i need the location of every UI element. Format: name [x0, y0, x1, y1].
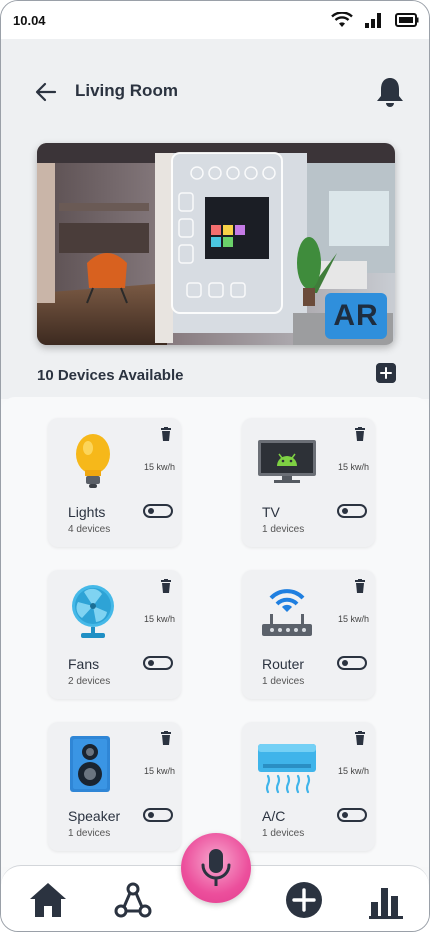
- devices-count-label: 10 Devices Available: [37, 367, 184, 384]
- status-icons: [331, 12, 419, 28]
- device-card-tv[interactable]: 15 kw/h TV 1 devices: [242, 418, 375, 547]
- toggle-knob: [148, 660, 154, 666]
- device-card-lights[interactable]: 15 kw/h Lights 4 devices: [48, 418, 181, 547]
- speaker-icon: [70, 736, 110, 792]
- microphone-button[interactable]: [181, 833, 251, 903]
- devices-panel: 15 kw/h Lights 4 devices 15 kw/h TV 1 de…: [1, 397, 429, 867]
- signal-icon: [365, 13, 381, 28]
- device-count: 1 devices: [262, 524, 305, 535]
- device-count: 1 devices: [262, 828, 305, 839]
- tv-icon: [258, 440, 316, 483]
- router-icon: [262, 589, 312, 636]
- toggle-knob: [148, 508, 154, 514]
- header: Living Room: [1, 75, 429, 115]
- power-toggle[interactable]: [337, 504, 367, 518]
- room-overview: Living Room AR 10 Devices Available: [1, 39, 429, 399]
- status-time: 10.04: [13, 12, 46, 28]
- power-label: 15 kw/h: [337, 766, 369, 776]
- status-bar: 10.04: [1, 1, 429, 39]
- power-toggle[interactable]: [143, 504, 173, 518]
- power-label: 15 kw/h: [337, 614, 369, 624]
- power-label: 15 kw/h: [337, 462, 369, 472]
- device-name: A/C: [262, 808, 286, 824]
- device-name: Fans: [68, 656, 100, 672]
- add-device-icon[interactable]: [376, 363, 396, 383]
- device-card-fans[interactable]: 15 kw/h Fans 2 devices: [48, 570, 181, 699]
- device-count: 4 devices: [68, 524, 111, 535]
- wifi-icon: [331, 12, 353, 27]
- device-count: 2 devices: [68, 676, 111, 687]
- fan-icon: [72, 585, 114, 638]
- home-icon[interactable]: [28, 880, 68, 920]
- page-title: Living Room: [75, 81, 178, 100]
- connections-icon[interactable]: [113, 880, 153, 920]
- power-toggle[interactable]: [337, 808, 367, 822]
- device-card-speaker[interactable]: 15 kw/h Speaker 1 devices: [48, 722, 181, 851]
- trash-icon[interactable]: [354, 731, 366, 745]
- battery-icon: [395, 13, 419, 27]
- bell-icon[interactable]: [373, 75, 407, 109]
- light-bulb-icon: [76, 434, 110, 488]
- trash-icon[interactable]: [354, 579, 366, 593]
- microphone-icon: [201, 849, 231, 886]
- ar-badge[interactable]: AR: [325, 293, 387, 339]
- toggle-knob: [148, 812, 154, 818]
- stats-icon[interactable]: [365, 880, 405, 920]
- power-toggle[interactable]: [143, 808, 173, 822]
- toggle-knob: [342, 812, 348, 818]
- device-count: 1 devices: [68, 828, 111, 839]
- device-card-ac[interactable]: 15 kw/h A/C 1 devices: [242, 722, 375, 851]
- device-name: Speaker: [68, 808, 121, 824]
- device-name: Router: [262, 656, 305, 672]
- power-toggle[interactable]: [337, 656, 367, 670]
- back-arrow-icon[interactable]: [33, 79, 59, 105]
- power-label: 15 kw/h: [143, 766, 175, 776]
- device-name: TV: [262, 504, 280, 520]
- device-count: 1 devices: [262, 676, 305, 687]
- device-name: Lights: [68, 504, 106, 520]
- toggle-knob: [342, 660, 348, 666]
- device-card-router[interactable]: 15 kw/h Router 1 devices: [242, 570, 375, 699]
- air-conditioner-icon: [258, 744, 316, 794]
- trash-icon[interactable]: [354, 427, 366, 441]
- trash-icon[interactable]: [160, 427, 172, 441]
- power-label: 15 kw/h: [143, 462, 175, 472]
- phone-frame: 10.04 Living Room AR 10 Devices Availabl…: [0, 0, 430, 932]
- room-ar-preview[interactable]: AR: [37, 143, 395, 345]
- power-toggle[interactable]: [143, 656, 173, 670]
- trash-icon[interactable]: [160, 579, 172, 593]
- add-icon[interactable]: [284, 880, 324, 920]
- trash-icon[interactable]: [160, 731, 172, 745]
- toggle-knob: [342, 508, 348, 514]
- power-label: 15 kw/h: [143, 614, 175, 624]
